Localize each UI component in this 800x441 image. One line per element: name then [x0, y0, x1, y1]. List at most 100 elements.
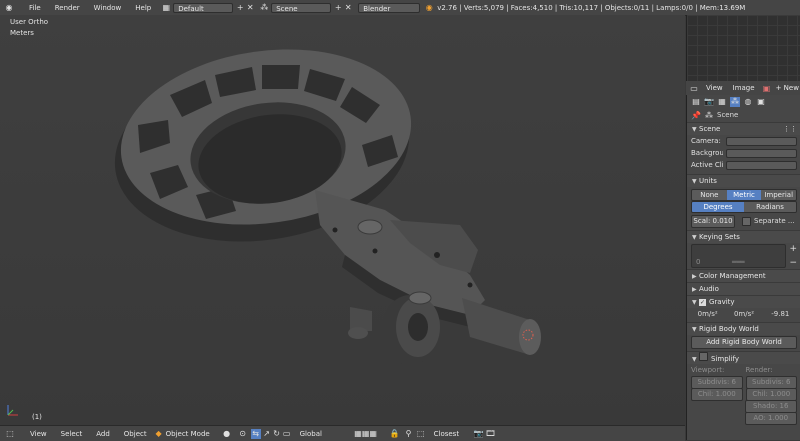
render-tab-icon[interactable]: 📷: [704, 97, 714, 107]
menu-object[interactable]: Object: [117, 430, 154, 438]
layout-grid-icon[interactable]: ▦: [161, 3, 171, 13]
menu-add[interactable]: Add: [89, 430, 117, 438]
remove-scene-icon[interactable]: ✕: [343, 3, 353, 13]
gravity-checkbox[interactable]: ✓: [699, 299, 706, 306]
active-clip-field[interactable]: [726, 160, 797, 170]
snap-magnet-icon[interactable]: ⚲: [404, 429, 414, 439]
radians-button[interactable]: Radians: [744, 202, 796, 212]
axis-widget-icon: [7, 405, 18, 416]
keying-sets-list[interactable]: 0 ═══: [691, 244, 787, 268]
image-browse-icon[interactable]: ▣: [762, 83, 772, 93]
object-mode-icon: ◆: [155, 429, 162, 438]
panel-units-header[interactable]: ▼ Units: [687, 174, 800, 187]
blender-logo-icon[interactable]: ◉: [4, 3, 14, 13]
snap-target-selector[interactable]: Closest: [434, 430, 470, 438]
camera-label: Camera:: [691, 137, 721, 145]
simplify-checkbox[interactable]: [699, 352, 708, 361]
image-menu-image[interactable]: Image: [730, 84, 758, 92]
add-keying-set-icon[interactable]: +: [789, 244, 797, 254]
panel-scene-header[interactable]: ▼ Scene ⋮⋮: [687, 122, 800, 135]
lock-layers-icon[interactable]: 🔒: [390, 429, 400, 439]
layers-grid-icon[interactable]: ▦▦▦: [346, 429, 386, 439]
simplify-subdiv-row: Subdivis: 6 Subdivis: 6: [687, 375, 800, 389]
manipulator-toggle-icon[interactable]: ⇆: [250, 428, 261, 439]
3d-viewport[interactable]: User Ortho Meters (1): [0, 15, 685, 425]
snap-element-icon[interactable]: ⬚: [416, 429, 426, 439]
scene-tab-icon[interactable]: ⁂: [730, 96, 740, 107]
add-layout-icon[interactable]: +: [235, 3, 245, 13]
add-rigid-body-world-button[interactable]: Add Rigid Body World: [691, 335, 797, 349]
object-tab-icon[interactable]: ▣: [756, 97, 766, 107]
panel-color-header[interactable]: ▶ Color Management: [687, 269, 800, 282]
render-anim-icon[interactable]: 🎞: [486, 429, 496, 439]
separate-units-checkbox[interactable]: [742, 216, 751, 226]
unit-imperial-button[interactable]: Imperial: [761, 190, 796, 200]
menu-window[interactable]: Window: [87, 4, 129, 12]
viewport-child-field[interactable]: Chil: 1.000: [691, 387, 743, 401]
add-scene-icon[interactable]: +: [333, 3, 343, 13]
scene-selector[interactable]: Scene: [271, 2, 332, 13]
layout-selector[interactable]: Default: [173, 2, 234, 13]
panel-gravity-header[interactable]: ▼ ✓ Gravity: [687, 295, 800, 308]
menu-file[interactable]: File: [22, 4, 48, 12]
active-clip-label: Active Cli: [691, 161, 723, 169]
unit-system-row: None Metric Imperial: [687, 189, 800, 201]
expand-triangle-icon: ▼: [692, 356, 697, 363]
render-still-icon[interactable]: 📷: [474, 429, 484, 439]
properties-editor-icon[interactable]: ▤: [691, 97, 701, 107]
unit-none-button[interactable]: None: [692, 190, 727, 200]
rotate-icon[interactable]: ↻: [272, 429, 282, 439]
render-child-field[interactable]: Chil: 1.000: [745, 387, 797, 401]
viewport-shading-icon[interactable]: ●: [222, 429, 232, 439]
remove-layout-icon[interactable]: ✕: [245, 3, 255, 13]
image-menu-view[interactable]: View: [703, 84, 726, 92]
panel-keying-title: Keying Sets: [699, 233, 740, 241]
list-resize-icon[interactable]: ═══: [732, 258, 745, 266]
camera-field[interactable]: [726, 136, 797, 146]
pin-icon[interactable]: 📌: [691, 110, 701, 120]
context-scene-label: Scene: [717, 111, 739, 119]
panel-audio-header[interactable]: ▶ Audio: [687, 282, 800, 295]
pivot-icon[interactable]: ⊙: [238, 429, 248, 439]
gravity-y-field[interactable]: 0m/s²: [727, 310, 760, 318]
panel-keying-header[interactable]: ▼ Keying Sets: [687, 230, 800, 243]
remove-keying-set-icon[interactable]: −: [789, 258, 797, 268]
info-header: ◉ File Render Window Help ▦ Default + ✕ …: [0, 0, 800, 23]
scale-icon[interactable]: ▭: [282, 429, 292, 439]
world-tab-icon[interactable]: ◍: [743, 97, 753, 107]
gravity-z-field[interactable]: -9.81: [764, 310, 797, 318]
image-editor-type-icon[interactable]: ▭: [689, 83, 699, 93]
unit-metric-button[interactable]: Metric: [726, 190, 762, 200]
render-subdivision-field[interactable]: Subdivis: 6: [745, 375, 797, 389]
menu-select[interactable]: Select: [54, 430, 90, 438]
image-editor-canvas[interactable]: [686, 15, 800, 81]
new-image-button[interactable]: + New: [776, 84, 799, 92]
menu-view[interactable]: View: [23, 430, 54, 438]
image-editor-header: ▭ View Image ▣ + New: [686, 81, 800, 95]
render-label: Render:: [745, 366, 773, 374]
panel-rigid-header[interactable]: ▼ Rigid Body World: [687, 322, 800, 335]
render-engine-selector[interactable]: Blender Render: [358, 2, 421, 23]
panel-units-title: Units: [699, 177, 717, 185]
unit-scale-field[interactable]: Scal: 0.010: [691, 214, 735, 228]
viewport-subdivision-field[interactable]: Subdivis: 6: [691, 375, 743, 389]
mode-selector[interactable]: Object Mode: [166, 430, 216, 438]
orientation-selector[interactable]: Global: [300, 430, 340, 438]
scene-context-icon: ⁂: [705, 110, 713, 120]
scene-stats: v2.76 | Verts:5,079 | Faces:4,510 | Tris…: [437, 3, 746, 12]
gravity-x-field[interactable]: 0m/s²: [691, 310, 724, 318]
drag-handle-icon[interactable]: ⋮⋮: [783, 123, 797, 135]
background-field[interactable]: [726, 148, 797, 158]
translate-icon[interactable]: ↗: [262, 429, 272, 439]
render-shadow-field[interactable]: Shado: 16: [744, 399, 797, 413]
gimbal-model[interactable]: [0, 15, 685, 425]
layers-tab-icon[interactable]: ▦: [717, 97, 727, 107]
degrees-button[interactable]: Degrees: [692, 202, 744, 212]
menu-render[interactable]: Render: [48, 4, 87, 12]
panel-simplify-title: Simplify: [711, 355, 740, 363]
panel-simplify-header[interactable]: ▼ Simplify: [687, 351, 800, 364]
menu-help[interactable]: Help: [128, 4, 158, 12]
editor-type-icon[interactable]: ⬚: [5, 429, 15, 439]
properties-tabs: ▤ 📷 ▦ ⁂ ◍ ▣: [687, 95, 800, 108]
render-ao-field[interactable]: AO: 1.000: [744, 411, 797, 425]
